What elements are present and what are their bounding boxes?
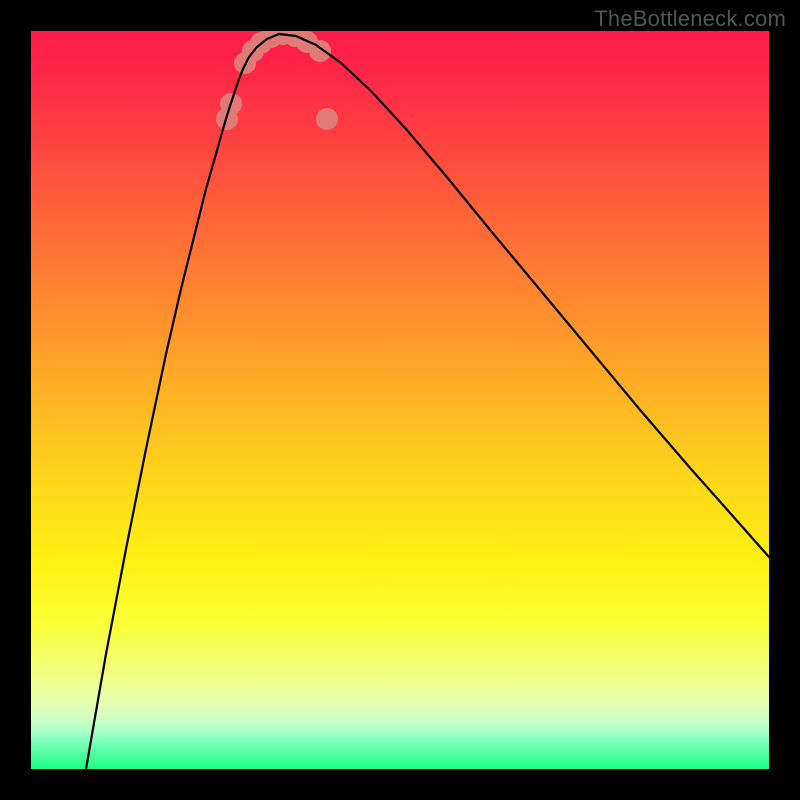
- watermark-text: TheBottleneck.com: [594, 6, 786, 32]
- highlight-dot: [316, 108, 338, 130]
- left-curve: [86, 34, 279, 769]
- plot-area: [31, 31, 769, 769]
- right-curve: [279, 34, 769, 557]
- chart-frame: TheBottleneck.com: [0, 0, 800, 800]
- highlight-dots: [216, 31, 338, 130]
- curves-layer: [31, 31, 769, 769]
